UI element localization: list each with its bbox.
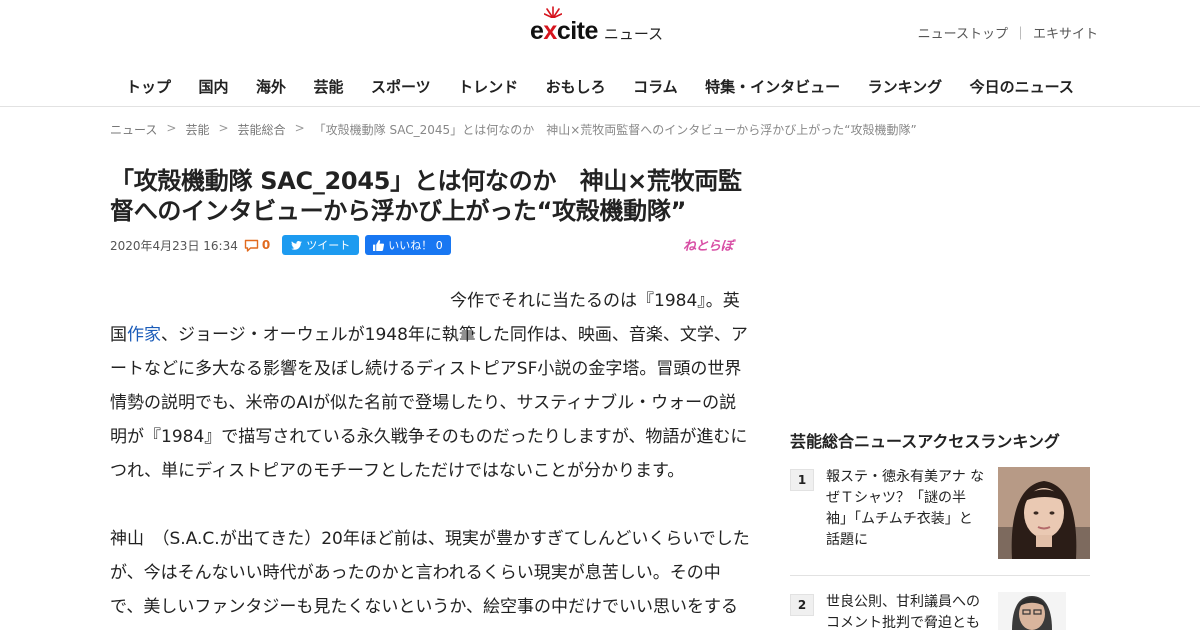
ranking-item[interactable]: 2 世良公則、甘利議員へのコメント批判で脅迫とも [790,592,1090,630]
tweet-button[interactable]: ツイート [282,235,360,255]
rank-number: 1 [790,469,814,491]
portrait-photo [998,592,1066,630]
breadcrumb-separator: > [294,121,305,135]
like-label: いいね！ 0 [388,239,443,252]
nav-features[interactable]: 特集・インタビュー [705,76,840,97]
ranking-thumbnail[interactable] [998,592,1066,630]
breadcrumb-separator: > [166,121,177,135]
comment-count: 0 [261,238,271,252]
comment-link[interactable]: 0 [244,238,270,252]
logo-burst-icon [544,6,563,18]
excite-site-link[interactable]: エキサイト [1033,23,1098,42]
twitter-bird-icon [291,240,303,250]
logo-news-label: ニュース [603,25,664,43]
breadcrumb-separator: > [218,121,229,135]
main-category-nav: トップ 国内 海外 芸能 スポーツ トレンド おもしろ コラム 特集・インタビュ… [110,76,1090,97]
article-paragraph: 神山 （S.A.C.が出てきた）20年ほど前は、現実が豊かすぎてしんどいくらいで… [110,529,750,617]
nav-overseas[interactable]: 海外 [256,76,286,97]
ranking-headline[interactable]: 報ステ・徳永有美アナ なぜＴシャツ？「謎の半袖」「ムチムチ衣装」と話題に [826,467,986,559]
breadcrumb-entertainment-general[interactable]: 芸能総合 [238,121,286,138]
article-paragraph: 今作でそれに当たるのは『1984』。英国作家、ジョージ・オーウェルが1948年に… [110,284,750,488]
tweet-label: ツイート [306,239,351,252]
source-logo-nlab[interactable]: ねとらぼ [683,235,734,254]
nav-domestic[interactable]: 国内 [198,76,228,97]
ranking-divider [790,575,1090,576]
logo-letter-x: x [543,6,563,45]
logo-letter-e: e [530,17,544,45]
news-top-link[interactable]: ニューストップ [918,23,1008,42]
breadcrumb: ニュース > 芸能 > 芸能総合 > 「攻殻機動隊 SAC_2045」とは何なの… [110,121,917,138]
rank-number: 2 [790,594,814,616]
article-meta: 2020年4月23日 16:34 0 ツイート いいね！ 0 [110,235,451,255]
site-header: e x cite ニュース ニューストップ ｜ エキサイト トップ 国内 海外 … [0,0,1200,107]
ranking-item[interactable]: 1 報ステ・徳永有美アナ なぜＴシャツ？「謎の半袖」「ムチムチ衣装」と話題に [790,467,1090,559]
nav-trend[interactable]: トレンド [458,76,518,97]
excite-logo-word: e x cite [530,6,599,45]
logo-x-text: x [543,17,557,45]
breadcrumb-entertainment[interactable]: 芸能 [185,121,209,138]
nav-column[interactable]: コラム [633,76,678,97]
ranking-thumbnail[interactable] [998,467,1090,559]
article-date: 2020年4月23日 16:34 [110,238,238,253]
top-link-separator: ｜ [1013,27,1027,42]
nav-sports[interactable]: スポーツ [371,76,431,97]
nav-top[interactable]: トップ [126,76,171,97]
writer-keyword-link[interactable]: 作家 [127,325,161,345]
excite-news-logo[interactable]: e x cite ニュース [530,6,664,45]
top-right-links: ニューストップ ｜ エキサイト [918,23,1098,42]
article-title: 「攻殻機動隊 SAC_2045」とは何なのか 神山×荒牧両監督へのインタビューか… [110,167,742,225]
logo-letters-cite: cite [556,17,599,45]
comment-icon [244,239,259,252]
paragraph-text: 、ジョージ・オーウェルが1948年に執筆した同作は、映画、音楽、文学、アートなど… [110,325,748,481]
nav-ranking[interactable]: ランキング [868,76,943,97]
breadcrumb-news[interactable]: ニュース [110,121,157,138]
breadcrumb-current: 「攻殻機動隊 SAC_2045」とは何なのか 神山×荒牧両監督へのインタビューか… [313,123,917,137]
ranking-heading: 芸能総合ニュースアクセスランキング [790,432,1060,451]
ranking-headline[interactable]: 世良公則、甘利議員へのコメント批判で脅迫とも [826,592,986,630]
facebook-like-button[interactable]: いいね！ 0 [365,235,451,255]
portrait-photo [998,467,1090,559]
nav-entertainment[interactable]: 芸能 [313,76,343,97]
thumbs-up-icon [373,239,385,251]
nav-todays-news[interactable]: 今日のニュース [970,76,1074,97]
nav-funny[interactable]: おもしろ [546,76,606,97]
article-body: 今作でそれに当たるのは『1984』。英国作家、ジョージ・オーウェルが1948年に… [110,284,750,630]
